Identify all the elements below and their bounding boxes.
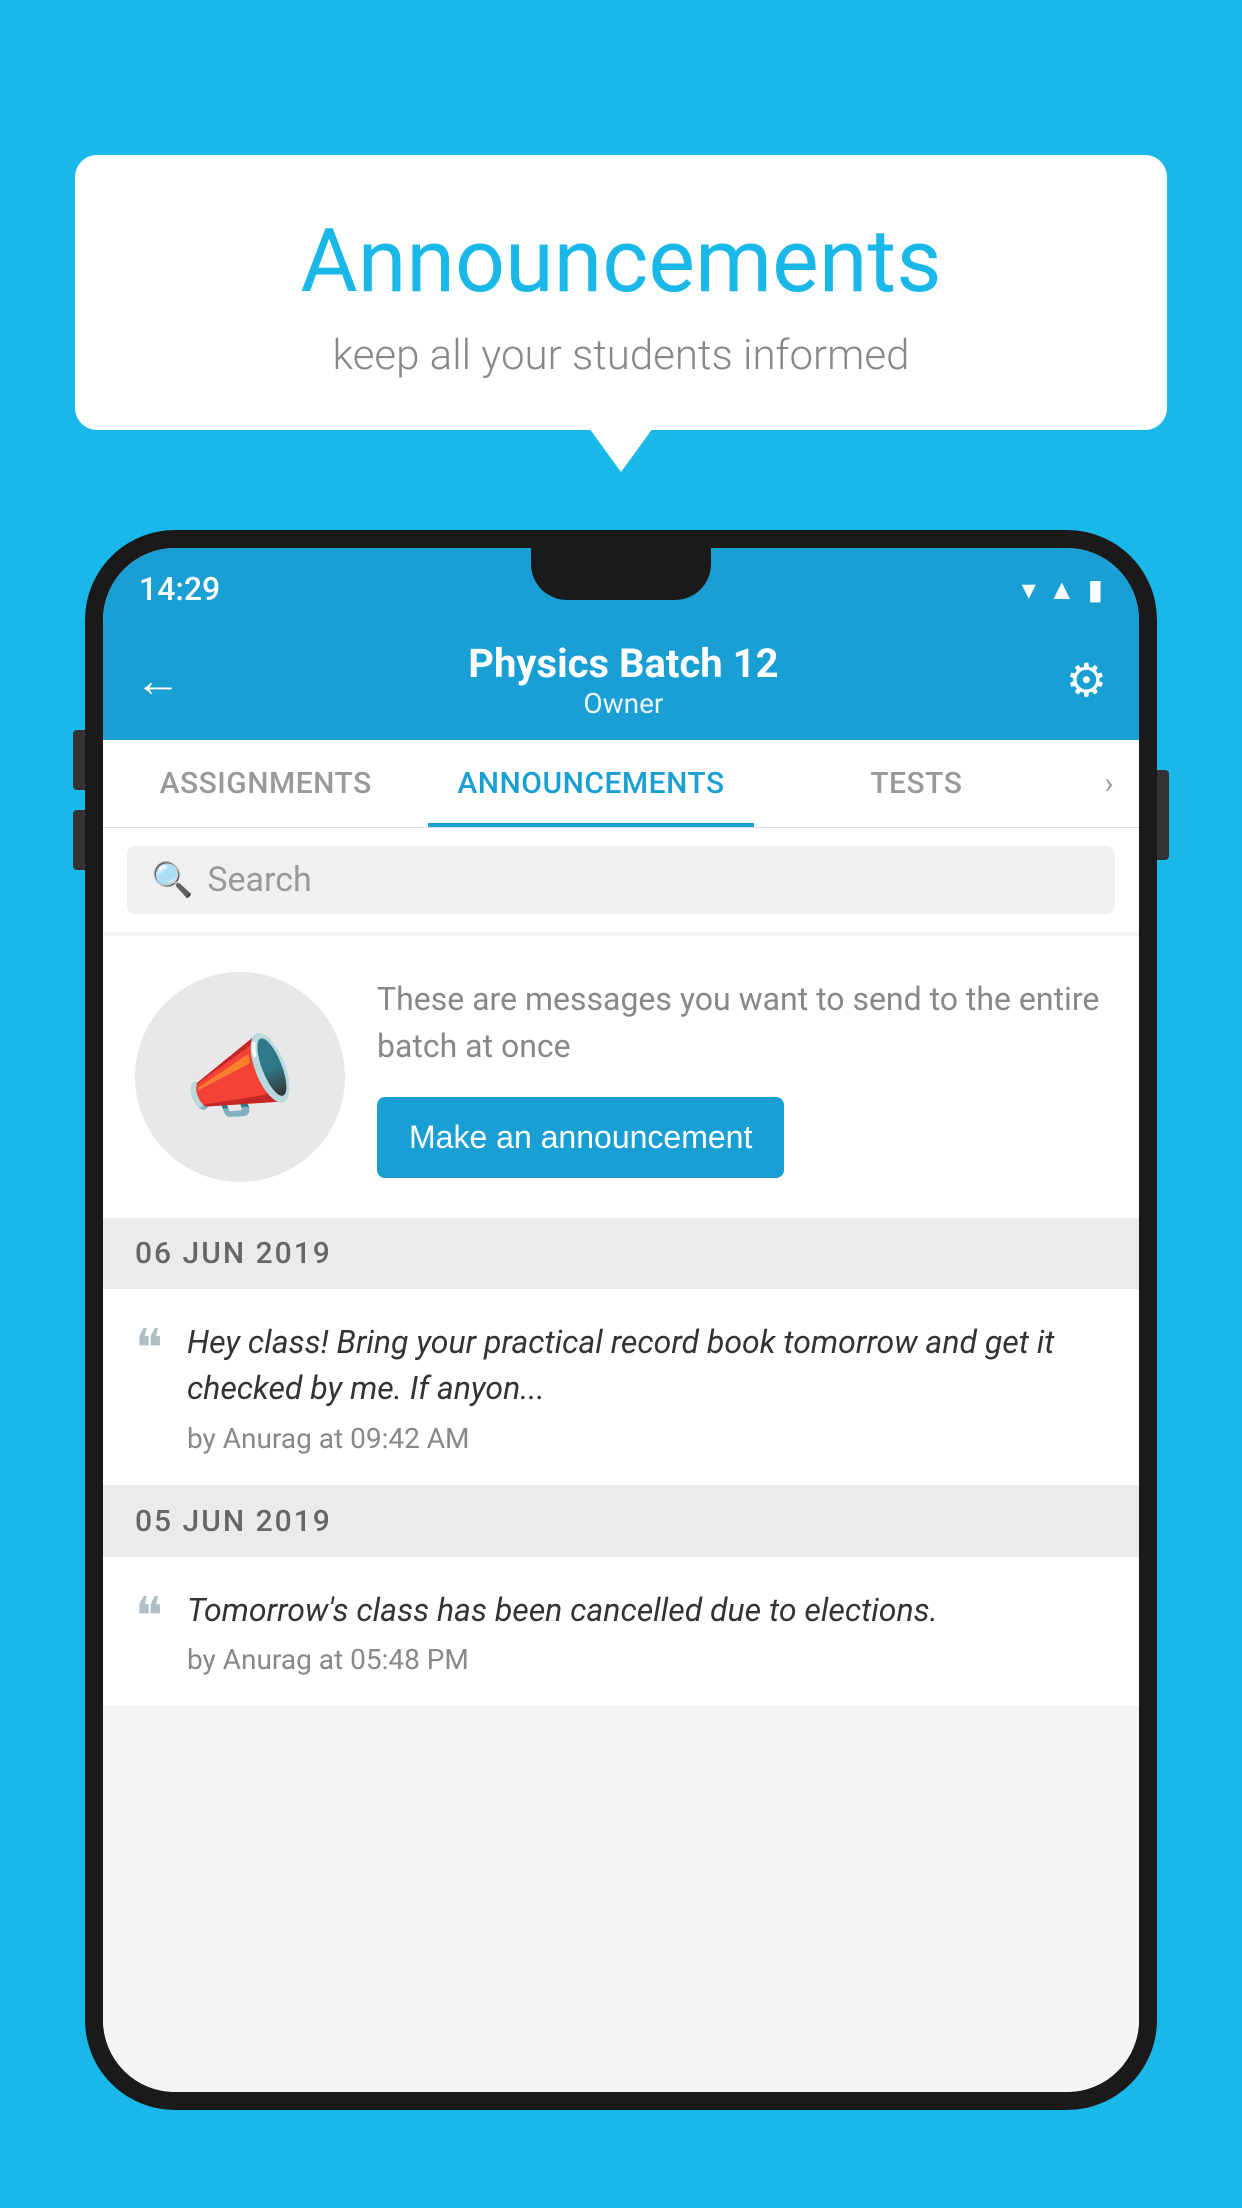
announcement-meta-1: by Anurag at 09:42 AM xyxy=(187,1422,1107,1455)
header-title: Physics Batch 12 xyxy=(468,640,778,687)
empty-state: 📣 These are messages you want to send to… xyxy=(103,936,1139,1218)
content-area: 🔍 Search 📣 These are messages you want t… xyxy=(103,828,1139,2092)
megaphone-icon: 📣 xyxy=(184,1025,296,1130)
power-button xyxy=(1157,770,1169,860)
announcement-content-2: Tomorrow's class has been cancelled due … xyxy=(187,1587,1107,1676)
search-box[interactable]: 🔍 Search xyxy=(127,846,1115,914)
phone-outer: 14:29 ▾ ▲ ▮ ← Physics Batch 12 Owner ⚙ xyxy=(85,530,1157,2110)
announcement-meta-2: by Anurag at 05:48 PM xyxy=(187,1643,1107,1676)
header-subtitle: Owner xyxy=(468,687,778,720)
tab-more-button[interactable]: › xyxy=(1079,740,1139,827)
search-input[interactable]: Search xyxy=(207,860,311,900)
quote-icon-1: ❝ xyxy=(135,1323,163,1375)
back-button[interactable]: ← xyxy=(135,653,181,708)
phone-wrapper: 14:29 ▾ ▲ ▮ ← Physics Batch 12 Owner ⚙ xyxy=(85,530,1157,2208)
bubble-subtitle: keep all your students informed xyxy=(135,331,1107,380)
status-time: 14:29 xyxy=(139,570,220,608)
search-icon: 🔍 xyxy=(151,860,193,900)
announcement-content-1: Hey class! Bring your practical record b… xyxy=(187,1319,1107,1455)
date-separator-1: 06 JUN 2019 xyxy=(103,1218,1139,1289)
date-separator-2: 05 JUN 2019 xyxy=(103,1486,1139,1557)
search-container: 🔍 Search xyxy=(103,828,1139,932)
empty-state-right: These are messages you want to send to t… xyxy=(377,976,1107,1178)
status-icons: ▾ ▲ ▮ xyxy=(1022,573,1103,606)
announcement-text-1: Hey class! Bring your practical record b… xyxy=(187,1319,1107,1412)
tab-tests[interactable]: TESTS xyxy=(754,740,1079,827)
signal-icon: ▲ xyxy=(1048,573,1076,606)
announcement-item-1[interactable]: ❝ Hey class! Bring your practical record… xyxy=(103,1289,1139,1486)
announcement-item-2[interactable]: ❝ Tomorrow's class has been cancelled du… xyxy=(103,1557,1139,1707)
bubble-title: Announcements xyxy=(135,210,1107,313)
empty-state-description: These are messages you want to send to t… xyxy=(377,976,1107,1069)
wifi-icon: ▾ xyxy=(1022,573,1036,606)
speech-bubble-container: Announcements keep all your students inf… xyxy=(75,155,1167,430)
tabs-bar: ASSIGNMENTS ANNOUNCEMENTS TESTS › xyxy=(103,740,1139,828)
tab-announcements[interactable]: ANNOUNCEMENTS xyxy=(428,740,753,827)
volume-up-button xyxy=(73,730,85,790)
megaphone-circle: 📣 xyxy=(135,972,345,1182)
phone-notch xyxy=(531,548,711,600)
volume-down-button xyxy=(73,810,85,870)
tab-assignments[interactable]: ASSIGNMENTS xyxy=(103,740,428,827)
quote-icon-2: ❝ xyxy=(135,1591,163,1643)
header-center: Physics Batch 12 Owner xyxy=(468,640,778,720)
settings-icon[interactable]: ⚙ xyxy=(1066,653,1107,708)
phone-screen: 14:29 ▾ ▲ ▮ ← Physics Batch 12 Owner ⚙ xyxy=(103,548,1139,2092)
announcement-text-2: Tomorrow's class has been cancelled due … xyxy=(187,1587,1107,1633)
app-header: ← Physics Batch 12 Owner ⚙ xyxy=(103,620,1139,740)
make-announcement-button[interactable]: Make an announcement xyxy=(377,1097,784,1178)
battery-icon: ▮ xyxy=(1088,573,1103,606)
speech-bubble: Announcements keep all your students inf… xyxy=(75,155,1167,430)
